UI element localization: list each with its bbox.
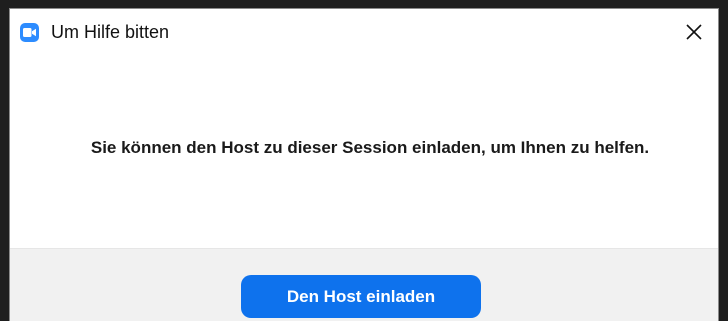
dialog-content: Sie können den Host zu dieser Session ei… [10,55,718,248]
window-title: Um Hilfe bitten [51,22,170,42]
zoom-video-camera-icon [20,23,39,42]
close-button[interactable] [676,15,712,49]
dialog-footer: Den Host einladen [10,248,718,321]
close-icon [686,24,702,40]
dialog-message: Sie können den Host zu dieser Session ei… [90,138,650,157]
ask-for-help-dialog: Um Hilfe bitten Sie können den Host zu d… [10,9,718,321]
title-bar: Um Hilfe bitten [10,9,718,55]
invite-host-button[interactable]: Den Host einladen [241,275,481,318]
screen-background: Um Hilfe bitten Sie können den Host zu d… [0,0,728,321]
